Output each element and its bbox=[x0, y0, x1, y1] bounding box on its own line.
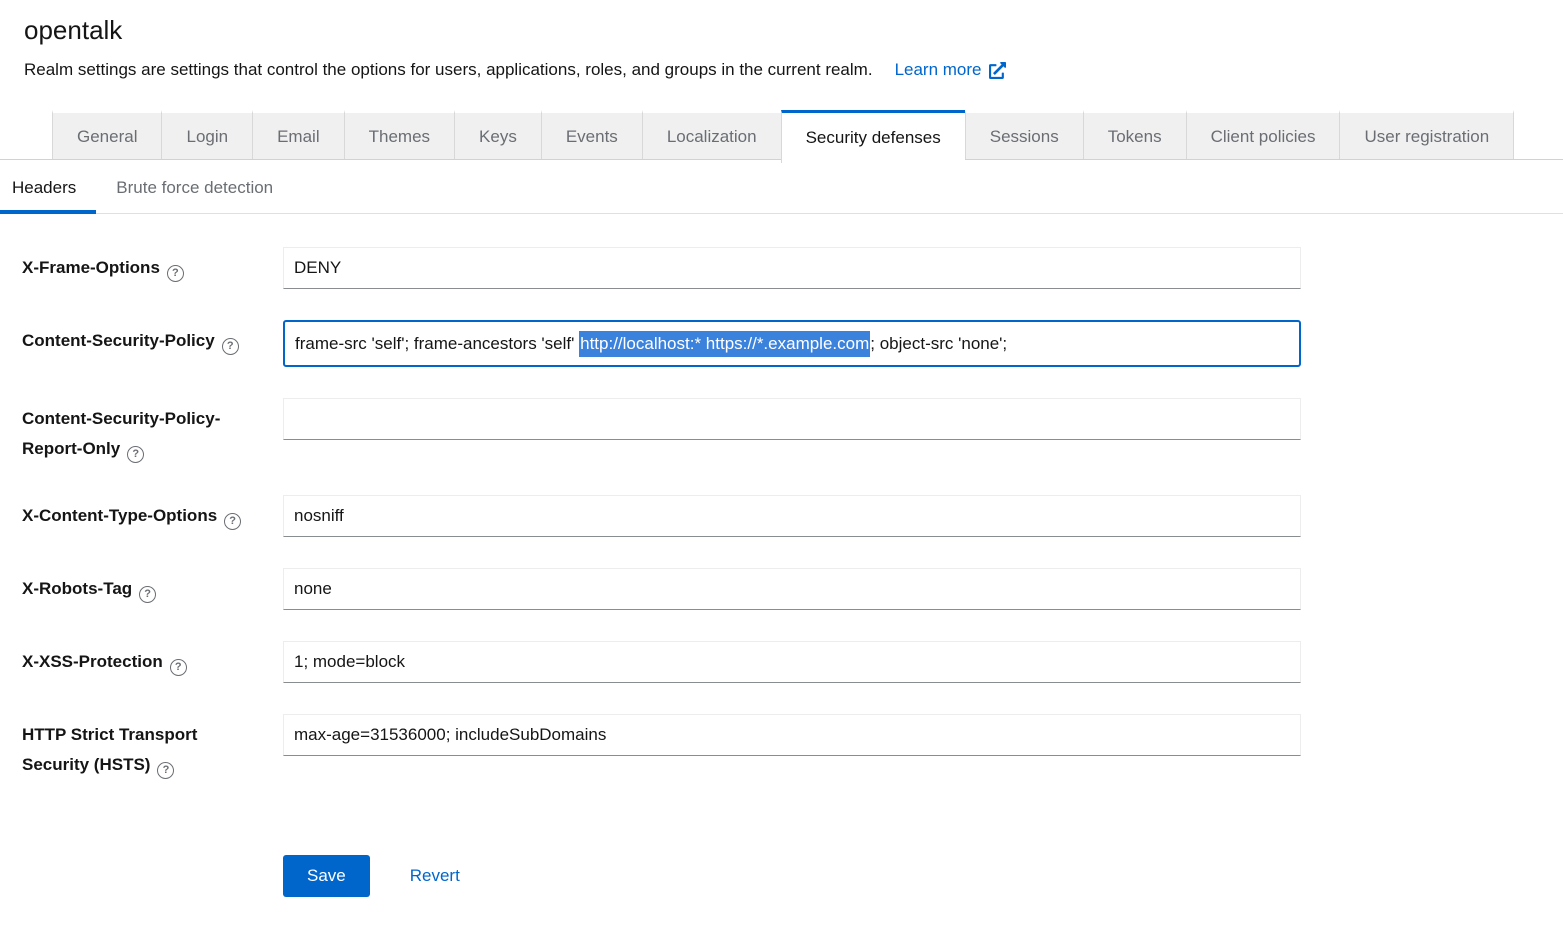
tab-localization[interactable]: Localization bbox=[642, 110, 781, 160]
x-robots-tag-label: X-Robots-Tag? bbox=[22, 568, 283, 604]
tab-security-defenses[interactable]: Security defenses bbox=[781, 110, 965, 163]
x-frame-options-input[interactable] bbox=[283, 247, 1301, 289]
page-header: opentalk Realm settings are settings tha… bbox=[0, 0, 1563, 82]
help-icon[interactable]: ? bbox=[127, 446, 144, 463]
page-title: opentalk bbox=[24, 14, 1539, 46]
tab-sessions[interactable]: Sessions bbox=[965, 110, 1083, 160]
x-content-type-options-input[interactable] bbox=[283, 495, 1301, 537]
help-icon[interactable]: ? bbox=[224, 513, 241, 530]
help-icon[interactable]: ? bbox=[222, 338, 239, 355]
field-label-text: X-Content-Type-Options bbox=[22, 506, 217, 525]
subtab-headers[interactable]: Headers bbox=[0, 163, 96, 213]
csp-value-after: ; object-src 'none'; bbox=[870, 334, 1007, 354]
tab-general[interactable]: General bbox=[52, 110, 161, 160]
tab-themes[interactable]: Themes bbox=[344, 110, 454, 160]
subtab-brute-force-detection[interactable]: Brute force detection bbox=[96, 163, 293, 213]
tab-client-policies[interactable]: Client policies bbox=[1186, 110, 1340, 160]
form-row-x-robots-tag: X-Robots-Tag? bbox=[22, 568, 1563, 610]
learn-more-link[interactable]: Learn more bbox=[895, 58, 1006, 82]
hsts-input[interactable] bbox=[283, 714, 1301, 756]
tab-keys[interactable]: Keys bbox=[454, 110, 541, 160]
help-icon[interactable]: ? bbox=[157, 762, 174, 779]
tab-tokens[interactable]: Tokens bbox=[1083, 110, 1186, 160]
field-label-text: X-Robots-Tag bbox=[22, 579, 132, 598]
tab-login[interactable]: Login bbox=[161, 110, 252, 160]
field-label-text: Content-Security-Policy bbox=[22, 331, 215, 350]
x-robots-tag-input[interactable] bbox=[283, 568, 1301, 610]
x-content-type-options-label: X-Content-Type-Options? bbox=[22, 495, 283, 531]
csp-report-only-label: Content-Security-Policy-Report-Only? bbox=[22, 398, 283, 464]
learn-more-label: Learn more bbox=[895, 58, 982, 82]
field-label-text: X-XSS-Protection bbox=[22, 652, 163, 671]
form-row-x-frame-options: X-Frame-Options? bbox=[22, 247, 1563, 289]
csp-report-only-input[interactable] bbox=[283, 398, 1301, 440]
subtitle-row: Realm settings are settings that control… bbox=[24, 58, 1539, 82]
content-security-policy-label: Content-Security-Policy? bbox=[22, 320, 283, 356]
help-icon[interactable]: ? bbox=[170, 659, 187, 676]
page-subtitle: Realm settings are settings that control… bbox=[24, 58, 873, 82]
tab-events[interactable]: Events bbox=[541, 110, 642, 160]
realm-settings-tabs: General Login Email Themes Keys Events L… bbox=[0, 110, 1563, 163]
content-security-policy-input[interactable]: frame-src 'self'; frame-ancestors 'self'… bbox=[283, 320, 1301, 367]
hsts-label: HTTP Strict Transport Security (HSTS)? bbox=[22, 714, 283, 780]
x-frame-options-label: X-Frame-Options? bbox=[22, 247, 283, 283]
save-button[interactable]: Save bbox=[283, 855, 370, 897]
field-label-text: Content-Security-Policy-Report-Only bbox=[22, 409, 220, 458]
form-row-x-xss-protection: X-XSS-Protection? bbox=[22, 641, 1563, 683]
form-row-csp-report-only: Content-Security-Policy-Report-Only? bbox=[22, 398, 1563, 464]
help-icon[interactable]: ? bbox=[167, 265, 184, 282]
form-row-x-content-type-options: X-Content-Type-Options? bbox=[22, 495, 1563, 537]
form-row-hsts: HTTP Strict Transport Security (HSTS)? bbox=[22, 714, 1563, 780]
security-defenses-subtabs: Headers Brute force detection bbox=[0, 163, 1563, 214]
csp-value-selected: http://localhost:* https://*.example.com bbox=[579, 331, 870, 357]
x-xss-protection-input[interactable] bbox=[283, 641, 1301, 683]
field-label-text: X-Frame-Options bbox=[22, 258, 160, 277]
form-row-content-security-policy: Content-Security-Policy? frame-src 'self… bbox=[22, 320, 1563, 367]
revert-link[interactable]: Revert bbox=[410, 866, 460, 886]
tab-user-registration[interactable]: User registration bbox=[1339, 110, 1514, 160]
headers-form: X-Frame-Options? Content-Security-Policy… bbox=[0, 214, 1563, 897]
form-actions: Save Revert bbox=[283, 855, 1563, 897]
tab-email[interactable]: Email bbox=[252, 110, 344, 160]
csp-value-before: frame-src 'self'; frame-ancestors 'self' bbox=[295, 334, 579, 354]
help-icon[interactable]: ? bbox=[139, 586, 156, 603]
external-link-icon bbox=[989, 62, 1006, 79]
x-xss-protection-label: X-XSS-Protection? bbox=[22, 641, 283, 677]
